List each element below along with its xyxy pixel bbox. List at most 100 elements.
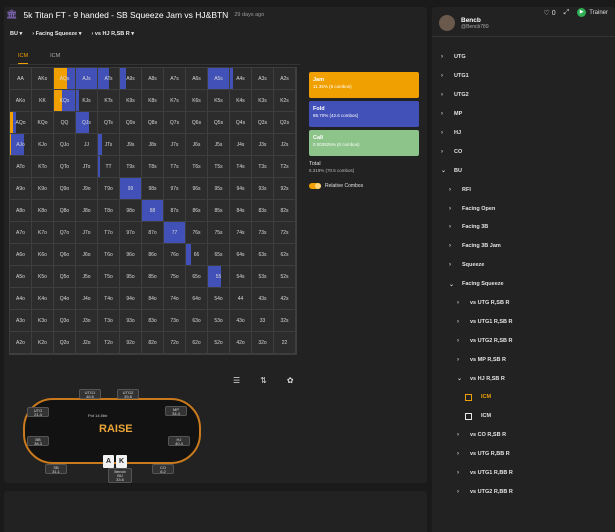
hand-cell[interactable]: K8o xyxy=(32,200,54,222)
tree-item[interactable]: › vs MP R,SB R xyxy=(441,350,615,369)
hand-cell[interactable]: 77 xyxy=(164,222,186,244)
hand-cell[interactable]: A2o xyxy=(10,332,32,354)
hand-cell[interactable]: 63s xyxy=(252,244,274,266)
tree-item[interactable]: › vs UTG1 R,BB R xyxy=(441,464,615,483)
tree-item[interactable]: › MP xyxy=(441,105,615,124)
hand-cell[interactable]: QTs xyxy=(98,112,120,134)
hand-cell[interactable]: 88 xyxy=(142,200,164,222)
hand-cell[interactable]: J7o xyxy=(76,222,98,244)
hand-cell[interactable]: 94s xyxy=(230,178,252,200)
hand-cell[interactable]: KJo xyxy=(32,134,54,156)
hand-cell[interactable]: K7s xyxy=(164,90,186,112)
hand-cell[interactable]: KTs xyxy=(98,90,120,112)
hand-cell[interactable]: 93s xyxy=(252,178,274,200)
hand-cell[interactable]: Q9s xyxy=(120,112,142,134)
hand-cell[interactable]: 53s xyxy=(252,266,274,288)
hand-cell[interactable]: A3s xyxy=(252,68,274,90)
hand-cell[interactable]: A3o xyxy=(10,310,32,332)
hand-cell[interactable]: J6o xyxy=(76,244,98,266)
hand-cell[interactable]: T3s xyxy=(252,156,274,178)
hand-cell[interactable]: Q6s xyxy=(186,112,208,134)
hand-cell[interactable]: K4o xyxy=(32,288,54,310)
tab-icm-1[interactable]: ICM xyxy=(18,51,29,64)
hand-cell[interactable]: KQs xyxy=(54,90,76,112)
hand-cell[interactable]: QTo xyxy=(54,156,76,178)
hand-cell[interactable]: 75o xyxy=(164,266,186,288)
hand-cell[interactable]: AA xyxy=(10,68,32,90)
tree-item[interactable]: › vs CO R,SB R xyxy=(441,426,615,445)
hand-cell[interactable]: 95o xyxy=(120,266,142,288)
hand-cell[interactable]: 97s xyxy=(164,178,186,200)
hand-cell[interactable]: T9o xyxy=(98,178,120,200)
hand-cell[interactable]: 83o xyxy=(142,310,164,332)
hand-cell[interactable]: 76o xyxy=(164,244,186,266)
hand-cell[interactable]: J8s xyxy=(142,134,164,156)
hand-cell[interactable]: Q2s xyxy=(274,112,296,134)
tree-item[interactable]: › vs UTG2 R,BB R xyxy=(441,482,615,501)
hand-cell[interactable]: J4o xyxy=(76,288,98,310)
hand-cell[interactable]: K5s xyxy=(208,90,230,112)
tree-item[interactable]: › UTG1 xyxy=(441,67,615,86)
hand-cell[interactable]: J8o xyxy=(76,200,98,222)
tree-item[interactable]: › UTG2 xyxy=(441,86,615,105)
hand-cell[interactable]: 44 xyxy=(230,288,252,310)
hand-cell[interactable]: Q3o xyxy=(54,310,76,332)
hand-cell[interactable]: 65s xyxy=(208,244,230,266)
relative-combos-toggle[interactable]: Relative Combos xyxy=(309,183,419,189)
hand-cell[interactable]: K7o xyxy=(32,222,54,244)
hand-cell[interactable]: 87o xyxy=(142,222,164,244)
hand-cell[interactable]: Q5o xyxy=(54,266,76,288)
hand-cell[interactable]: Q5s xyxy=(208,112,230,134)
legend-fold[interactable]: Fold 88.70% (42.6 combos) xyxy=(309,101,419,127)
hand-cell[interactable]: T6o xyxy=(98,244,120,266)
hand-cell[interactable]: 75s xyxy=(208,222,230,244)
hand-cell[interactable]: Q7s xyxy=(164,112,186,134)
tree-item[interactable]: › Facing 3B Jam xyxy=(441,237,615,256)
hand-cell[interactable]: T6s xyxy=(186,156,208,178)
tree-item[interactable]: › CO xyxy=(441,142,615,161)
hand-cell[interactable]: Q9o xyxy=(54,178,76,200)
hand-cell[interactable]: K8s xyxy=(142,90,164,112)
breadcrumb-spot[interactable]: › vs HJ R,SB R ▾ xyxy=(92,31,135,37)
hand-cell[interactable]: QQ xyxy=(54,112,76,134)
hand-cell[interactable]: 87s xyxy=(164,200,186,222)
hand-cell[interactable]: K6o xyxy=(32,244,54,266)
hand-cell[interactable]: 22 xyxy=(274,332,296,354)
hand-cell[interactable]: AJo xyxy=(10,134,32,156)
hand-cell[interactable]: ATo xyxy=(10,156,32,178)
tree-item[interactable]: › vs UTG R,SB R xyxy=(441,294,615,313)
hand-cell[interactable]: K4s xyxy=(230,90,252,112)
hand-cell[interactable]: 73s xyxy=(252,222,274,244)
hand-cell[interactable]: 92s xyxy=(274,178,296,200)
trainer-button[interactable]: ▶ Trainer xyxy=(577,8,608,17)
hand-cell[interactable]: J9s xyxy=(120,134,142,156)
hand-cell[interactable]: J9o xyxy=(76,178,98,200)
hand-cell[interactable]: K3o xyxy=(32,310,54,332)
hand-cell[interactable]: AKs xyxy=(32,68,54,90)
share-icon[interactable]: ⤢ xyxy=(564,9,570,17)
hand-cell[interactable]: Q8s xyxy=(142,112,164,134)
hand-cell[interactable]: 72s xyxy=(274,222,296,244)
hand-cell[interactable]: T4o xyxy=(98,288,120,310)
hand-cell[interactable]: T5o xyxy=(98,266,120,288)
hand-cell[interactable]: A7o xyxy=(10,222,32,244)
hand-cell[interactable]: J2o xyxy=(76,332,98,354)
hand-cell[interactable]: A8s xyxy=(142,68,164,90)
tab-icm-2[interactable]: ICM xyxy=(50,51,60,64)
legend-jam[interactable]: Jam 11.35% (6 combos) xyxy=(309,72,419,98)
hand-cell[interactable]: 86o xyxy=(142,244,164,266)
hand-cell[interactable]: 64s xyxy=(230,244,252,266)
profile[interactable]: Bencb @Bencb789 xyxy=(439,15,489,31)
tree-item[interactable]: › Squeeze xyxy=(441,256,615,275)
hand-cell[interactable]: J3o xyxy=(76,310,98,332)
hand-cell[interactable]: 99 xyxy=(120,178,142,200)
tree-item[interactable]: ICM xyxy=(441,407,615,426)
hand-cell[interactable]: T8s xyxy=(142,156,164,178)
hand-cell[interactable]: A8o xyxy=(10,200,32,222)
hand-cell[interactable]: KK xyxy=(32,90,54,112)
hand-cell[interactable]: K5o xyxy=(32,266,54,288)
hand-cell[interactable]: 96o xyxy=(120,244,142,266)
hand-cell[interactable]: 43o xyxy=(230,310,252,332)
palette-icon[interactable]: ✿ xyxy=(287,376,294,385)
hand-cell[interactable]: 98o xyxy=(120,200,142,222)
